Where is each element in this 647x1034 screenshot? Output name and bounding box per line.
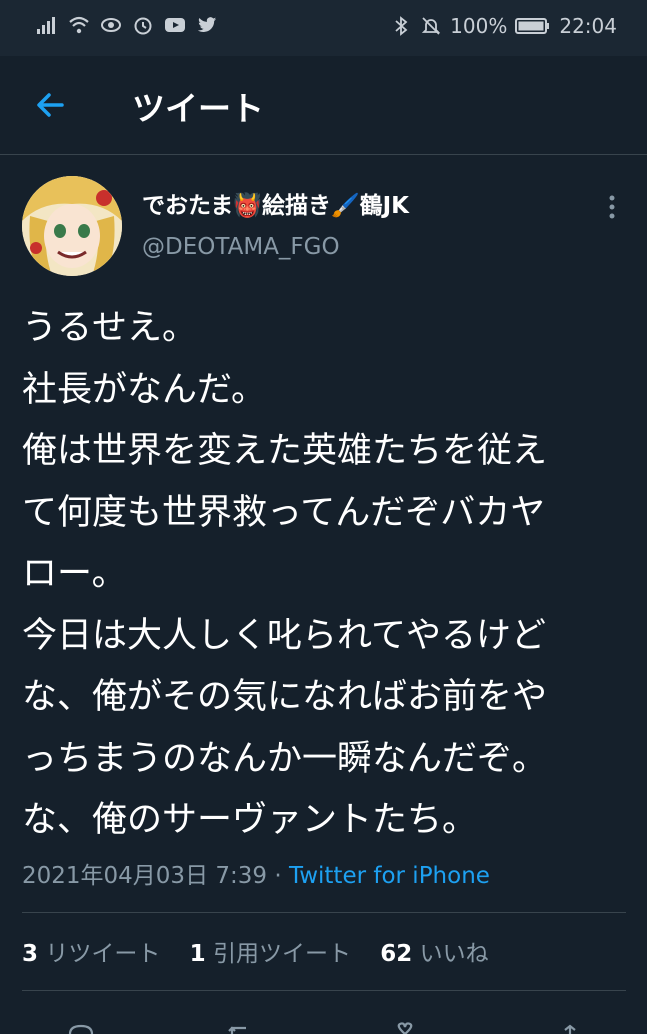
- arrow-left-icon[interactable]: [32, 86, 70, 124]
- avatar[interactable]: [22, 176, 122, 276]
- like-label: いいね: [419, 941, 489, 967]
- tweet-line: 社長がなんだ。: [22, 369, 266, 410]
- retweet-label: リツイート: [45, 941, 161, 967]
- like-count: 62: [380, 941, 413, 967]
- retweet-icon[interactable]: [226, 1014, 256, 1034]
- status-icons-right: 100% 22:04: [390, 14, 617, 38]
- app-header: ツイート: [0, 56, 647, 155]
- quote-label: 引用ツイート: [212, 941, 351, 967]
- eye-icon: [101, 18, 121, 32]
- like-icon[interactable]: [390, 1014, 420, 1034]
- divider: [22, 912, 626, 913]
- battery-icon: [515, 18, 550, 34]
- quote-count: 1: [189, 941, 206, 967]
- tweet-timestamp[interactable]: 2021年04月03日 7:39: [22, 863, 267, 889]
- likes-stat[interactable]: 62 いいね: [380, 941, 488, 967]
- tweet-line: 今日は大人しく叱られてやるけど: [22, 615, 546, 656]
- muted-bell-icon: [421, 17, 441, 35]
- youtube-icon: [165, 18, 185, 32]
- reply-icon[interactable]: [66, 1014, 96, 1034]
- page-title: ツイート: [132, 89, 264, 128]
- status-bar: 100% 22:04: [0, 0, 647, 56]
- meta-separator: ·: [267, 863, 289, 889]
- tweet-line: ロー。: [22, 554, 127, 594]
- alarm-icon: [134, 17, 152, 35]
- quotes-stat[interactable]: 1 引用ツイート: [190, 941, 351, 967]
- user-handle[interactable]: @DEOTAMA_FGO: [142, 234, 340, 260]
- tweet-line: 俺は世界を変えた英雄たちを従え: [22, 431, 548, 471]
- tweet-line: っちまうのなんか一瞬なんだぞ。: [22, 738, 548, 779]
- display-name[interactable]: でおたま👹絵描き🖌️鶴JK: [142, 186, 409, 220]
- tweet-stats: 3 リツイート 1 引用ツイート 62 いいね: [22, 934, 511, 968]
- divider: [22, 990, 626, 991]
- retweet-count: 3: [22, 941, 39, 967]
- battery-percent: 100%: [450, 14, 508, 38]
- more-options-icon[interactable]: [600, 190, 624, 224]
- retweets-stat[interactable]: 3 リツイート: [22, 941, 160, 967]
- tweet-text: うるせえ。 社長がなんだ。 俺は世界を変えた英雄たちを従え て何度も世界救ってん…: [22, 298, 632, 852]
- share-icon[interactable]: [555, 1014, 585, 1034]
- tweet-line: な、俺のサーヴァントたち。: [22, 800, 478, 840]
- tweet-line: な、俺がその気になればお前をや: [22, 677, 548, 717]
- wifi-icon: [69, 16, 89, 34]
- tweet-meta: 2021年04月03日 7:39 · Twitter for iPhone: [22, 856, 490, 890]
- status-icons-left: [36, 14, 218, 36]
- tweet-line: うるせえ。: [22, 308, 198, 348]
- tweet-source-link[interactable]: Twitter for iPhone: [289, 863, 490, 889]
- action-bar: [0, 1000, 647, 1034]
- tweet-line: て何度も世界救ってんだぞバカヤ: [22, 492, 546, 533]
- avatar-illustration: [22, 176, 122, 276]
- signal-icon: [37, 17, 55, 34]
- bluetooth-icon: [395, 16, 408, 36]
- clock: 22:04: [559, 14, 617, 38]
- twitter-icon: [197, 17, 217, 32]
